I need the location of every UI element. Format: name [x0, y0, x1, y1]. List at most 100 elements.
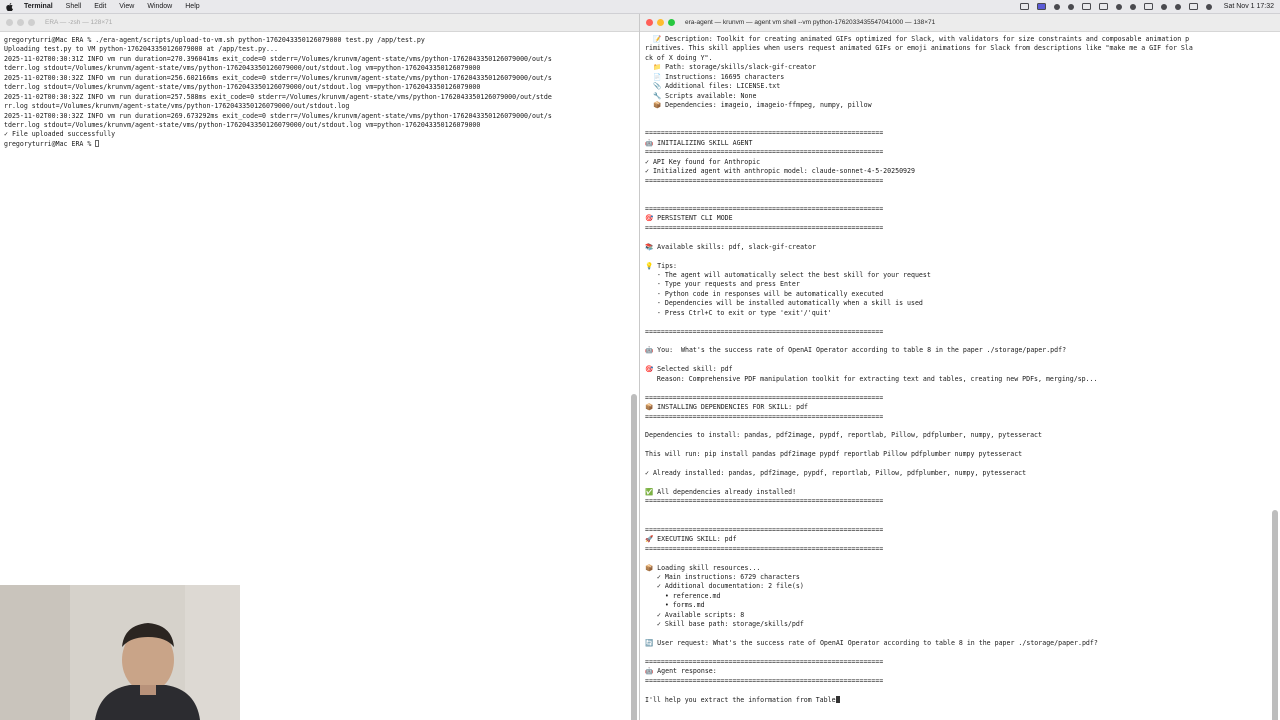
left-terminal-prompt: gregoryturri@Mac ERA %: [4, 139, 96, 148]
right-terminal-line-text: ========================================…: [645, 204, 884, 213]
right-terminal-line: ========================================…: [645, 129, 1268, 138]
right-terminal-line-text: ========================================…: [645, 223, 884, 232]
right-terminal-line: - Python code in responses will be autom…: [645, 290, 1268, 299]
bluetooth-icon[interactable]: [1129, 3, 1136, 10]
left-terminal-line: 2025-11-02T00:30:31Z INFO vm run duratio…: [4, 55, 627, 64]
right-terminal-line: ========================================…: [645, 497, 1268, 506]
right-terminal-line: ========================================…: [645, 148, 1268, 157]
left-terminal-line-text: tderr.log stdout=/Volumes/krunvm/agent-s…: [4, 64, 481, 73]
right-terminal-line-text: 🤖 Agent response:: [645, 667, 717, 676]
right-terminal-line: [645, 648, 1268, 657]
left-terminal-output[interactable]: gregoryturri@Mac ERA % ./era-agent/scrip…: [4, 36, 627, 149]
menu-shell[interactable]: Shell: [66, 3, 82, 10]
screen-record-icon[interactable]: [1019, 3, 1029, 10]
right-terminal-window[interactable]: era-agent — krunvm — agent vm shell --vm…: [640, 14, 1280, 720]
extension-icon[interactable]: [1067, 3, 1074, 10]
right-terminal-line: [645, 554, 1268, 563]
right-terminal-line: [645, 422, 1268, 431]
right-terminal-line: • forms.md: [645, 601, 1268, 610]
right-close-button[interactable]: [646, 19, 653, 26]
left-minimize-button[interactable]: [17, 19, 24, 26]
right-terminal-line: ✓ Available scripts: 8: [645, 611, 1268, 620]
right-terminal-line: ✓ Initialized agent with anthropic model…: [645, 167, 1268, 176]
spotlight-icon[interactable]: [1174, 3, 1181, 10]
right-terminal-line: 📦 Dependencies: imageio, imageio-ffmpeg,…: [645, 101, 1268, 110]
menu-clock[interactable]: Sat Nov 1 17:32: [1224, 3, 1274, 10]
right-terminal-line-text: 🎯 Selected skill: pdf: [645, 365, 733, 374]
right-terminal-line-text: ========================================…: [645, 412, 884, 421]
left-scrollbar-thumb[interactable]: [631, 394, 637, 720]
right-terminal-line: ✓ API Key found for Anthropic: [645, 158, 1268, 167]
right-terminal-line-text: 🎯 PERSISTENT CLI MODE: [645, 214, 733, 223]
menu-terminal[interactable]: Terminal: [24, 3, 53, 10]
right-terminal-line: [645, 337, 1268, 346]
left-scrollbar[interactable]: [631, 34, 637, 720]
vpn-icon[interactable]: [1053, 3, 1060, 10]
right-terminal-line: Dependencies to install: pandas, pdf2ima…: [645, 431, 1268, 440]
right-terminal-line-text: ✓ Additional documentation: 2 file(s): [645, 582, 804, 591]
right-terminal-line-text: - The agent will automatically select th…: [645, 270, 931, 279]
right-terminal-line: [645, 195, 1268, 204]
left-terminal-line-text: tderr.log stdout=/Volumes/krunvm/agent-s…: [4, 120, 481, 129]
wifi-icon[interactable]: [1160, 3, 1167, 10]
right-terminal-line-text: ========================================…: [645, 129, 884, 138]
left-zoom-button[interactable]: [28, 19, 35, 26]
left-terminal-line-text: gregoryturri@Mac ERA % ./era-agent/scrip…: [4, 36, 425, 44]
right-terminal-line-text: ========================================…: [645, 327, 884, 336]
right-titlebar[interactable]: era-agent — krunvm — agent vm shell --vm…: [640, 14, 1280, 32]
left-titlebar[interactable]: ERA — -zsh — 128×71: [0, 14, 639, 32]
menu-edit[interactable]: Edit: [94, 3, 106, 10]
right-terminal-line: [645, 507, 1268, 516]
volume-icon[interactable]: [1115, 3, 1122, 10]
right-terminal-line-text: 📄 Instructions: 16695 characters: [645, 72, 785, 81]
control-center-icon[interactable]: [1188, 3, 1198, 10]
right-terminal-line: [645, 252, 1268, 261]
right-zoom-button[interactable]: [668, 19, 675, 26]
apple-icon[interactable]: [6, 2, 14, 11]
right-terminal-line-text: • reference.md: [645, 591, 721, 600]
right-terminal-line-text: ✓ Skill base path: storage/skills/pdf: [645, 620, 804, 629]
right-minimize-button[interactable]: [657, 19, 664, 26]
right-terminal-line-text: ========================================…: [645, 676, 884, 685]
right-terminal-output[interactable]: 📝 Description: Toolkit for creating anim…: [645, 35, 1268, 705]
right-terminal-line: [645, 630, 1268, 639]
left-terminal-line: Uploading test.py to VM python-176204335…: [4, 45, 627, 54]
right-terminal-line-text: ✓ Initialized agent with anthropic model…: [645, 167, 915, 176]
right-terminal-line-text: 📚 Available skills: pdf, slack-gif-creat…: [645, 242, 816, 251]
right-terminal-line: - Type your requests and press Enter: [645, 280, 1268, 289]
right-terminal-line-text: • forms.md: [645, 601, 705, 610]
right-terminal-line: ========================================…: [645, 394, 1268, 403]
right-terminal-line-text: ========================================…: [645, 544, 884, 553]
right-terminal-line: ========================================…: [645, 224, 1268, 233]
display-icon[interactable]: [1098, 3, 1108, 10]
left-terminal-line: ✓ File uploaded successfully: [4, 130, 627, 139]
right-terminal-line: ========================================…: [645, 545, 1268, 554]
right-terminal-line-text: 🤖 INITIALIZING SKILL AGENT: [645, 138, 753, 147]
right-terminal-line-text: 📎 Additional files: LICENSE.txt: [645, 82, 781, 91]
battery-icon[interactable]: [1143, 3, 1153, 10]
left-close-button[interactable]: [6, 19, 13, 26]
left-terminal-line-text: 2025-11-02T00:30:32Z INFO vm run duratio…: [4, 111, 552, 120]
right-scrollbar[interactable]: [1272, 34, 1278, 720]
right-scrollbar-thumb[interactable]: [1272, 510, 1278, 720]
right-terminal-line: Reason: Comprehensive PDF manipulation t…: [645, 375, 1268, 384]
right-terminal-line-text: 📦 Dependencies: imageio, imageio-ffmpeg,…: [645, 101, 872, 110]
right-terminal-line-text: ✅ All dependencies already installed!: [645, 488, 797, 496]
menu-window[interactable]: Window: [147, 3, 172, 10]
menu-view[interactable]: View: [119, 3, 134, 10]
siri-icon[interactable]: [1205, 3, 1212, 10]
right-terminal-line-text: 🔧 Scripts available: None: [645, 91, 757, 100]
left-terminal-prompt-line[interactable]: gregoryturri@Mac ERA %: [4, 139, 627, 149]
left-terminal-line-text: rr.log stdout=/Volumes/krunvm/agent-stat…: [4, 102, 350, 111]
right-terminal-line: [645, 441, 1268, 450]
cloud-icon[interactable]: [1081, 3, 1091, 10]
right-terminal-line: rimitives. This skill applies when users…: [645, 44, 1268, 53]
right-terminal-line: ✅ All dependencies already installed!: [645, 488, 1268, 497]
webcam-person-image: [0, 585, 240, 720]
focus-icon[interactable]: [1036, 3, 1046, 10]
menu-help[interactable]: Help: [185, 3, 199, 10]
right-terminal-line: 📎 Additional files: LICENSE.txt: [645, 82, 1268, 91]
left-terminal-line: tderr.log stdout=/Volumes/krunvm/agent-s…: [4, 83, 627, 92]
right-terminal-line: • reference.md: [645, 592, 1268, 601]
right-terminal-line: ========================================…: [645, 328, 1268, 337]
